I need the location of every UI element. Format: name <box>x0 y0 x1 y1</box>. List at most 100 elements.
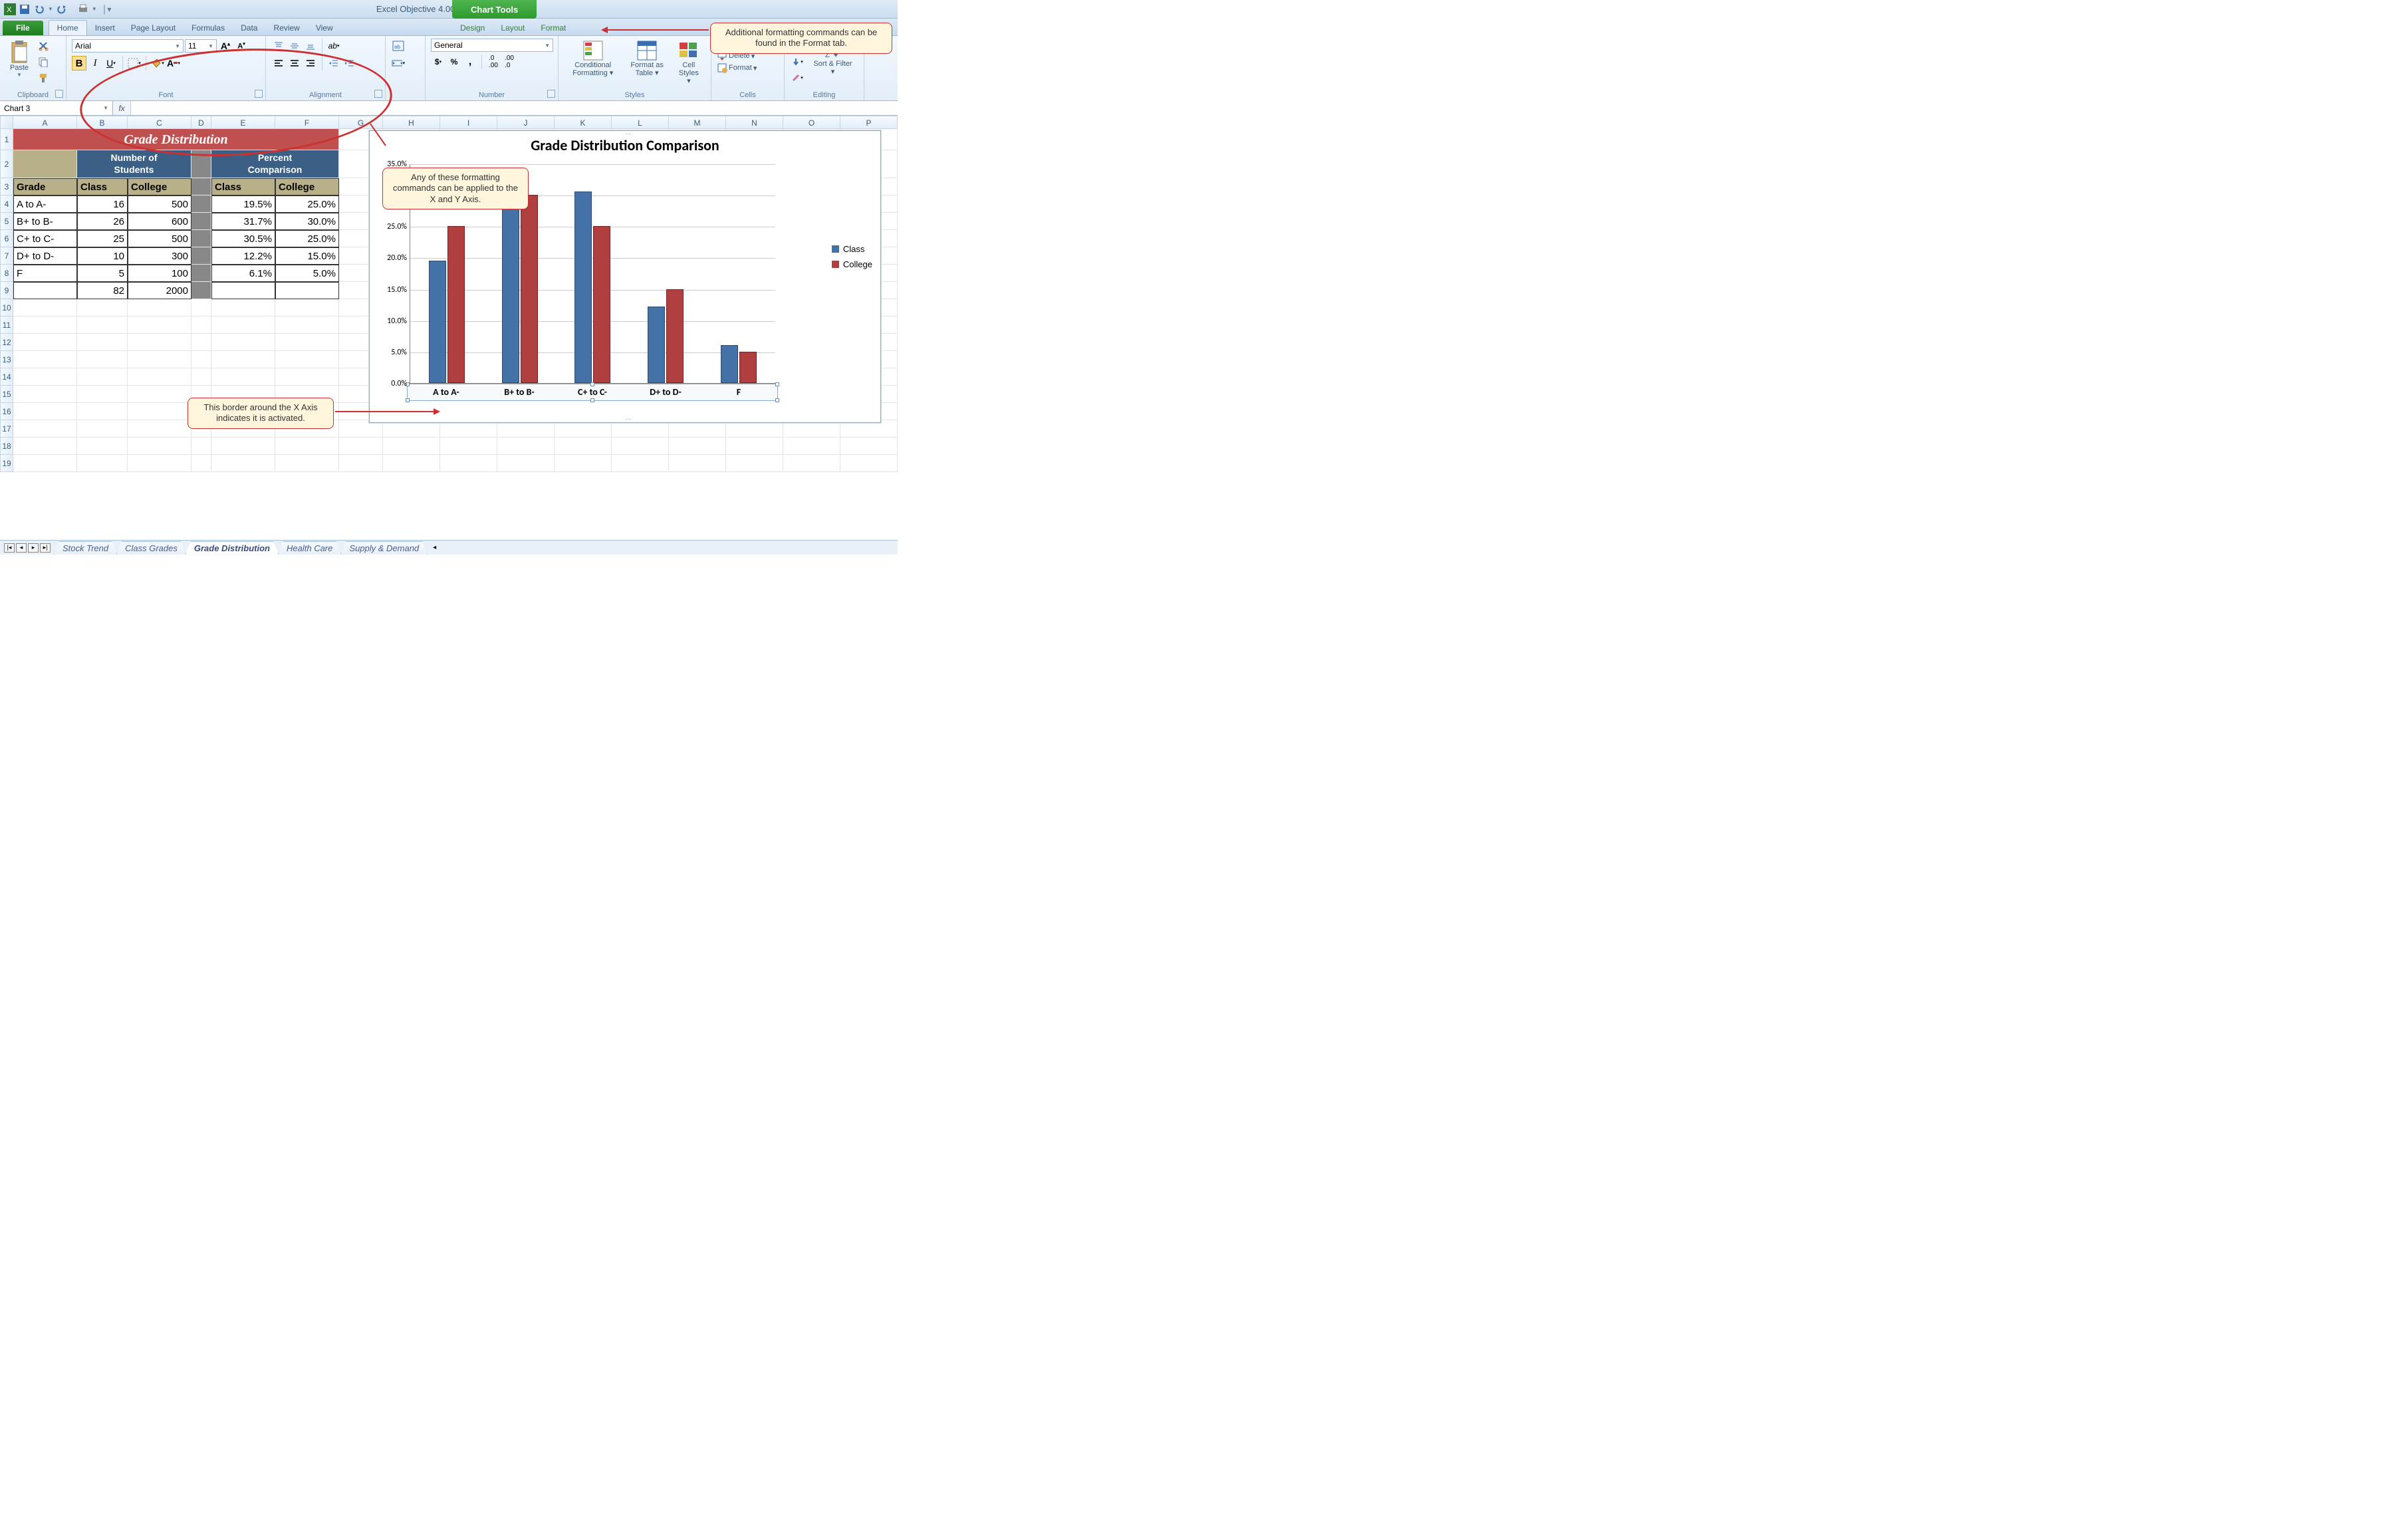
comma-format-button[interactable]: , <box>463 55 477 69</box>
tab-view[interactable]: View <box>308 21 341 35</box>
cell[interactable] <box>128 334 191 351</box>
cell[interactable]: 500 <box>128 195 191 213</box>
cell[interactable] <box>77 334 128 351</box>
cell[interactable]: C+ to C- <box>13 230 77 247</box>
underline-button[interactable]: U▾ <box>104 56 118 70</box>
cell[interactable] <box>275 317 339 334</box>
cell[interactable]: 12.2% <box>211 247 275 265</box>
cell[interactable] <box>211 438 275 455</box>
sheet-nav-next[interactable]: ▸ <box>28 543 39 553</box>
row-header[interactable]: 6 <box>0 230 13 247</box>
cell[interactable]: Grade Distribution <box>13 129 339 150</box>
cell[interactable] <box>191 178 211 195</box>
cell[interactable] <box>783 455 840 472</box>
cell[interactable] <box>13 368 77 386</box>
column-header[interactable]: C <box>128 116 191 129</box>
tab-data[interactable]: Data <box>233 21 265 35</box>
cell[interactable] <box>191 282 211 299</box>
sheet-tab[interactable]: Stock Trend <box>54 541 117 555</box>
column-header[interactable]: O <box>783 116 840 129</box>
row-header[interactable]: 5 <box>0 213 13 230</box>
cell[interactable] <box>840 438 898 455</box>
bar-class[interactable] <box>648 307 665 383</box>
cell[interactable] <box>783 438 840 455</box>
wrap-text-button[interactable]: ab <box>391 39 406 53</box>
column-header[interactable]: I <box>440 116 497 129</box>
column-header[interactable]: J <box>497 116 555 129</box>
column-header[interactable]: F <box>275 116 339 129</box>
cell[interactable] <box>555 455 612 472</box>
cell[interactable]: Grade <box>13 178 77 195</box>
cell[interactable] <box>440 455 497 472</box>
italic-button[interactable]: I <box>88 56 102 70</box>
cell[interactable]: 10 <box>77 247 128 265</box>
file-tab[interactable]: File <box>3 21 43 35</box>
paste-button[interactable]: Paste ▼ <box>5 39 33 79</box>
row-header[interactable]: 15 <box>0 386 13 403</box>
cell[interactable] <box>191 150 211 178</box>
dropdown-icon[interactable]: ▼ <box>92 6 97 12</box>
cell[interactable] <box>13 420 77 438</box>
tab-home[interactable]: Home <box>49 20 87 35</box>
cell[interactable] <box>211 317 275 334</box>
cell[interactable] <box>77 299 128 317</box>
cell[interactable] <box>128 455 191 472</box>
grow-font-button[interactable]: A▴ <box>218 39 233 53</box>
cell[interactable]: 100 <box>128 265 191 282</box>
select-all-button[interactable] <box>0 116 13 129</box>
sheet-tab[interactable]: Supply & Demand <box>340 541 428 555</box>
increase-indent-button[interactable] <box>342 56 357 70</box>
bold-button[interactable]: B <box>72 56 86 70</box>
accounting-format-button[interactable]: $▾ <box>431 55 445 69</box>
cell-styles-button[interactable]: Cell Styles ▾ <box>672 39 705 86</box>
align-middle-button[interactable] <box>287 39 302 53</box>
decrease-indent-button[interactable] <box>326 56 341 70</box>
cell[interactable]: 82 <box>77 282 128 299</box>
cell[interactable] <box>383 455 440 472</box>
merge-center-button[interactable]: ▾ <box>391 56 406 70</box>
cell[interactable] <box>128 386 191 403</box>
cell[interactable] <box>275 438 339 455</box>
cell[interactable] <box>669 438 726 455</box>
tab-review[interactable]: Review <box>265 21 307 35</box>
row-header[interactable]: 4 <box>0 195 13 213</box>
redo-icon[interactable] <box>56 3 68 15</box>
cell[interactable]: 5 <box>77 265 128 282</box>
cell[interactable] <box>77 438 128 455</box>
cell[interactable] <box>77 420 128 438</box>
cell[interactable]: 16 <box>77 195 128 213</box>
cell[interactable] <box>191 334 211 351</box>
increase-decimal-button[interactable]: .0.00 <box>486 55 501 69</box>
orientation-button[interactable]: ab▾ <box>326 39 341 53</box>
cell[interactable] <box>13 150 77 178</box>
fx-icon[interactable]: fx <box>113 104 130 113</box>
cell[interactable]: F <box>13 265 77 282</box>
row-header[interactable]: 12 <box>0 334 13 351</box>
cell[interactable]: B+ to B- <box>13 213 77 230</box>
cell[interactable] <box>13 351 77 368</box>
cell[interactable] <box>275 334 339 351</box>
cell[interactable] <box>128 403 191 420</box>
cell[interactable]: 25.0% <box>275 230 339 247</box>
cell[interactable] <box>77 386 128 403</box>
sheet-tab[interactable]: Class Grades <box>116 541 186 555</box>
cell[interactable] <box>726 455 783 472</box>
dialog-launcher-icon[interactable] <box>374 90 382 98</box>
font-name-combo[interactable]: Arial▼ <box>72 39 184 53</box>
cell[interactable] <box>211 368 275 386</box>
cell[interactable] <box>211 282 275 299</box>
cell[interactable] <box>669 455 726 472</box>
cell[interactable] <box>13 455 77 472</box>
column-header[interactable]: N <box>726 116 783 129</box>
format-painter-button[interactable] <box>36 70 51 85</box>
cell[interactable] <box>275 368 339 386</box>
column-header[interactable]: K <box>555 116 612 129</box>
cell[interactable]: College <box>128 178 191 195</box>
cell[interactable]: PercentComparison <box>211 150 339 178</box>
cell[interactable]: 30.0% <box>275 213 339 230</box>
cell[interactable] <box>612 438 669 455</box>
chart-handle-bottom[interactable]: ⋯ <box>625 416 632 423</box>
tab-design[interactable]: Design <box>452 21 493 35</box>
sheet-nav-last[interactable]: ▸| <box>40 543 51 553</box>
cell[interactable] <box>191 438 211 455</box>
